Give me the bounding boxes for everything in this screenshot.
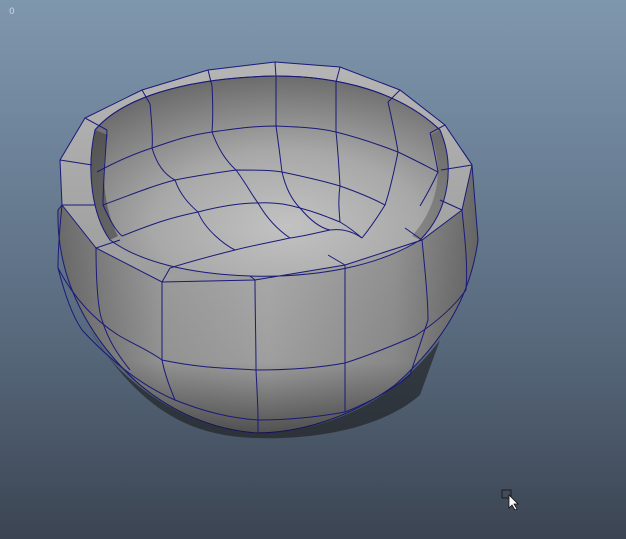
3d-viewport[interactable]: 0 xyxy=(0,0,626,539)
select-cursor-icon xyxy=(501,489,519,511)
bowl-inner-surface xyxy=(90,76,449,277)
bowl-mesh[interactable] xyxy=(0,0,626,539)
